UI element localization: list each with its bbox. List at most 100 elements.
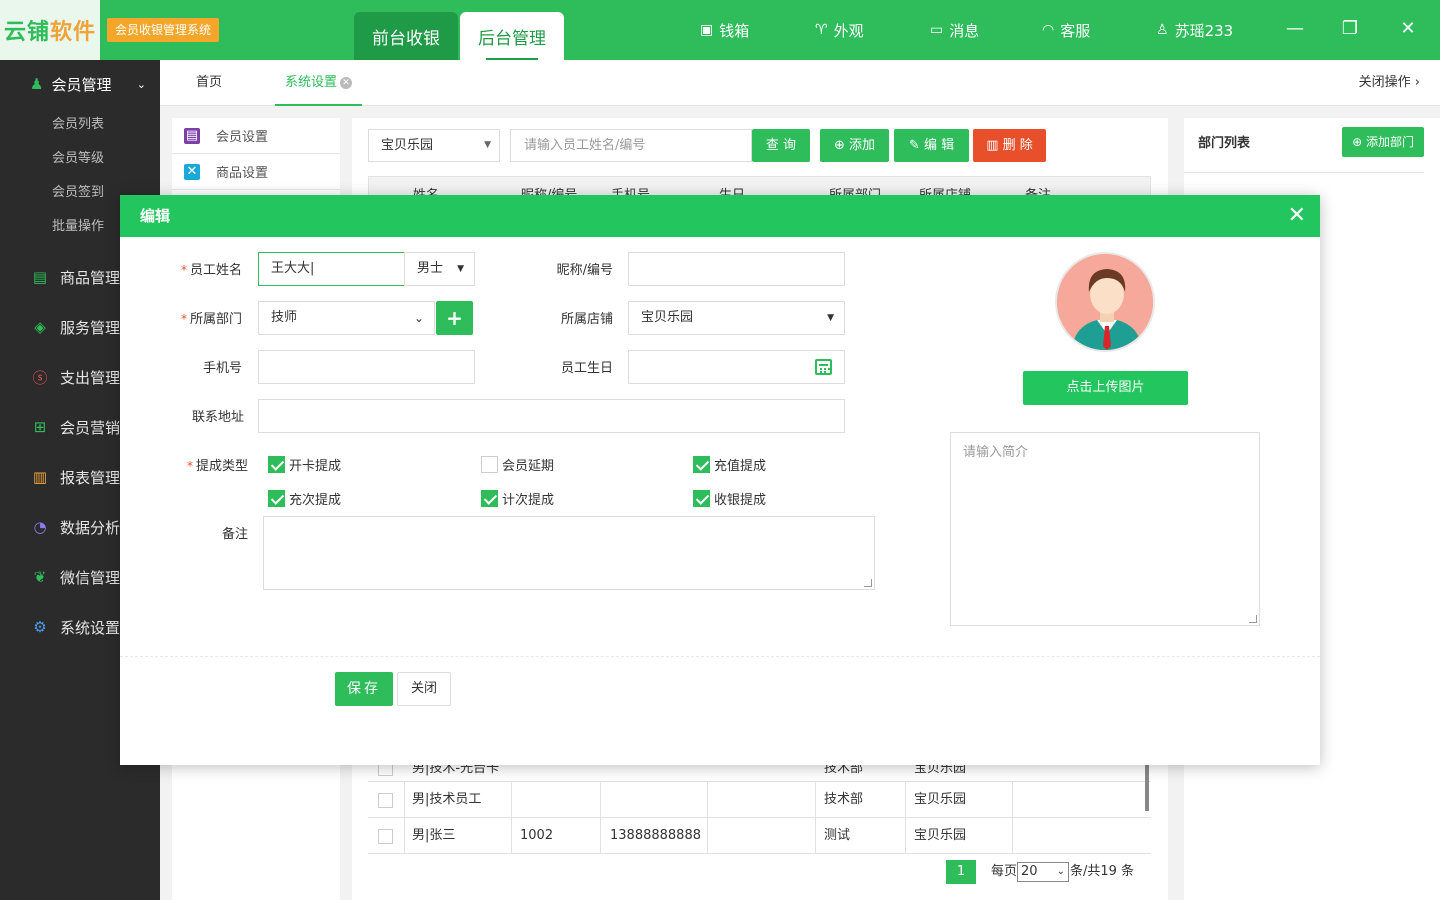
plus-circle-icon: ⊕ xyxy=(1352,135,1363,149)
table-row[interactable]: 男|技术-光台卡 技术部 宝贝乐园 xyxy=(368,765,1151,782)
per-page-label: 每页 xyxy=(991,864,1018,879)
headset-icon: ◠ xyxy=(1042,22,1055,38)
remark-textarea[interactable] xyxy=(263,516,875,590)
table-row[interactable]: 男|技术员工 技术部 宝贝乐园 xyxy=(368,782,1151,818)
total-count: 条/共19 条 xyxy=(1070,864,1135,879)
app-logo: 云铺 软件 xyxy=(0,0,100,60)
staff-search-input[interactable]: 请输入员工姓名/编号 xyxy=(510,129,752,162)
dialog-divider xyxy=(120,656,1320,657)
commission-type-label: * 提成类型 xyxy=(186,459,248,474)
top-bar: 云铺 软件 会员收银管理系统 前台收银 后台管理 ▣ 钱箱 ♈ 外观 ▭ 消息 ◠ 客服 … xyxy=(0,0,1440,60)
nav-support[interactable]: ◠ 客服 xyxy=(1042,0,1090,60)
nickname-label: 昵称/编号 xyxy=(556,263,613,278)
delete-button[interactable]: ▥ 删 除 xyxy=(973,129,1046,162)
department-label: * 所属部门 xyxy=(180,312,242,327)
chevron-down-icon: ⌄ xyxy=(413,311,424,325)
address-label: 联系地址 xyxy=(191,410,244,425)
nav-appearance[interactable]: ♈ 外观 xyxy=(815,0,864,60)
close-tab-icon[interactable]: ✕ xyxy=(340,76,352,89)
row-checkbox[interactable] xyxy=(378,765,393,776)
restore-button[interactable]: ❐ xyxy=(1338,18,1362,39)
gift-icon: ⊞ xyxy=(33,418,47,436)
nav-messages[interactable]: ▭ 消息 xyxy=(930,0,979,60)
checkbox[interactable] xyxy=(481,490,498,507)
sidebar-item-member-management[interactable]: ♟ 会员管理 ⌄ xyxy=(0,60,160,108)
report-icon: ▥ xyxy=(32,468,48,486)
tab-system-settings[interactable]: 系统设置 ✕ xyxy=(275,60,362,106)
upload-image-button[interactable]: 点击上传图片 xyxy=(1023,371,1188,405)
store-select-modal[interactable]: 宝贝乐园 ▼ xyxy=(628,301,845,335)
nav-user[interactable]: ♙ 苏瑶233 xyxy=(1156,0,1233,60)
member-icon: ♟ xyxy=(30,75,44,93)
checkbox[interactable] xyxy=(268,456,285,473)
user-icon: ♙ xyxy=(1156,22,1169,38)
tab-back-management[interactable]: 后台管理 xyxy=(460,12,564,60)
minimize-icon: — xyxy=(1286,18,1304,39)
nickname-input[interactable] xyxy=(628,252,845,286)
tab-home[interactable]: 首页 xyxy=(196,60,222,106)
staff-name-input[interactable]: 王大大| xyxy=(258,252,405,286)
minimize-button[interactable]: — xyxy=(1283,18,1307,39)
caret-down-icon: ▼ xyxy=(457,264,464,274)
birthday-input[interactable] xyxy=(628,350,845,384)
caret-down-icon: ▼ xyxy=(484,140,491,150)
checkbox[interactable] xyxy=(693,456,710,473)
chevron-down-icon: ⌄ xyxy=(136,77,146,91)
checkbox[interactable] xyxy=(481,456,498,473)
department-list-title: 部门列表 xyxy=(1198,136,1251,151)
sidebar-sub-member-level[interactable]: 会员等级 xyxy=(0,142,160,176)
table-header: 姓名 昵称/编号 手机号 生日 所属部门 所属店铺 备注 xyxy=(368,176,1151,196)
tab-front-cashier[interactable]: 前台收银 xyxy=(354,12,458,60)
edit-button[interactable]: ✎ 编 辑 xyxy=(894,129,969,162)
address-input[interactable] xyxy=(258,399,845,433)
intro-textarea[interactable]: 请输入简介 xyxy=(950,432,1260,626)
trash-icon: ▥ xyxy=(986,138,999,153)
commission-cashier[interactable]: 收银提成 xyxy=(693,489,766,508)
per-page-select[interactable]: 20 ⌄ xyxy=(1017,862,1069,882)
settings-menu-member[interactable]: ▤ 会员设置 xyxy=(172,118,340,154)
sidebar-sub-member-list[interactable]: 会员列表 xyxy=(0,108,160,142)
row-checkbox[interactable] xyxy=(378,793,393,808)
checkbox[interactable] xyxy=(693,490,710,507)
goods-icon: ▤ xyxy=(32,268,48,286)
table-scrollbar[interactable] xyxy=(1145,765,1149,811)
checkbox[interactable] xyxy=(268,490,285,507)
calendar-icon[interactable] xyxy=(815,359,832,375)
query-button[interactable]: 查 询 xyxy=(752,129,810,162)
commission-member-extension[interactable]: 会员延期 xyxy=(481,455,554,474)
row-checkbox[interactable] xyxy=(378,829,393,844)
save-button[interactable]: 保存 xyxy=(335,672,393,706)
settings-icon: ⚙ xyxy=(33,618,47,636)
remark-label: 备注 xyxy=(221,527,248,542)
add-department-button[interactable]: ⊕ 添加部门 xyxy=(1342,127,1424,157)
close-operations-button[interactable]: 关闭操作 › xyxy=(1359,60,1420,106)
phone-label: 手机号 xyxy=(202,361,242,376)
plus-icon: + xyxy=(446,306,463,330)
resize-grip-icon[interactable] xyxy=(1249,615,1257,623)
department-select[interactable]: 技师 ⌄ xyxy=(258,301,435,335)
commission-open-card[interactable]: 开卡提成 xyxy=(268,455,341,474)
table-row[interactable]: 男|张三 1002 13888888888 测试 宝贝乐园 xyxy=(368,818,1151,854)
commission-recharge[interactable]: 充值提成 xyxy=(693,455,766,474)
divider xyxy=(1184,172,1424,173)
dialog-close-button[interactable]: ✕ xyxy=(1288,195,1306,237)
nav-cash-box[interactable]: ▣ 钱箱 xyxy=(700,0,749,60)
phone-input[interactable] xyxy=(258,350,475,384)
store-select[interactable]: 宝贝乐园 ▼ xyxy=(368,129,500,162)
resize-grip-icon[interactable] xyxy=(864,579,872,587)
staff-name-label: * 员工姓名 xyxy=(180,263,242,278)
goods-settings-icon: ✕ xyxy=(184,163,200,180)
close-button[interactable]: 关闭 xyxy=(397,672,451,706)
service-icon: ◈ xyxy=(34,318,46,336)
add-button[interactable]: ⊕ 添加 xyxy=(820,129,889,162)
commission-count[interactable]: 计次提成 xyxy=(481,489,554,508)
birthday-label: 员工生日 xyxy=(560,361,613,376)
edit-staff-dialog: 编辑 ✕ * 员工姓名 王大大| 男士 ▼ 昵称/编号 * 所属部门 技师 ⌄ + 所属… xyxy=(120,195,1320,765)
add-department-quick-button[interactable]: + xyxy=(436,301,473,335)
gender-select[interactable]: 男士 ▼ xyxy=(404,252,475,286)
page-number[interactable]: 1 xyxy=(946,860,976,884)
close-window-button[interactable]: ✕ xyxy=(1396,18,1420,39)
plus-circle-icon: ⊕ xyxy=(833,138,845,153)
commission-recharge-times[interactable]: 充次提成 xyxy=(268,489,341,508)
settings-menu-goods[interactable]: ✕ 商品设置 xyxy=(172,154,340,190)
